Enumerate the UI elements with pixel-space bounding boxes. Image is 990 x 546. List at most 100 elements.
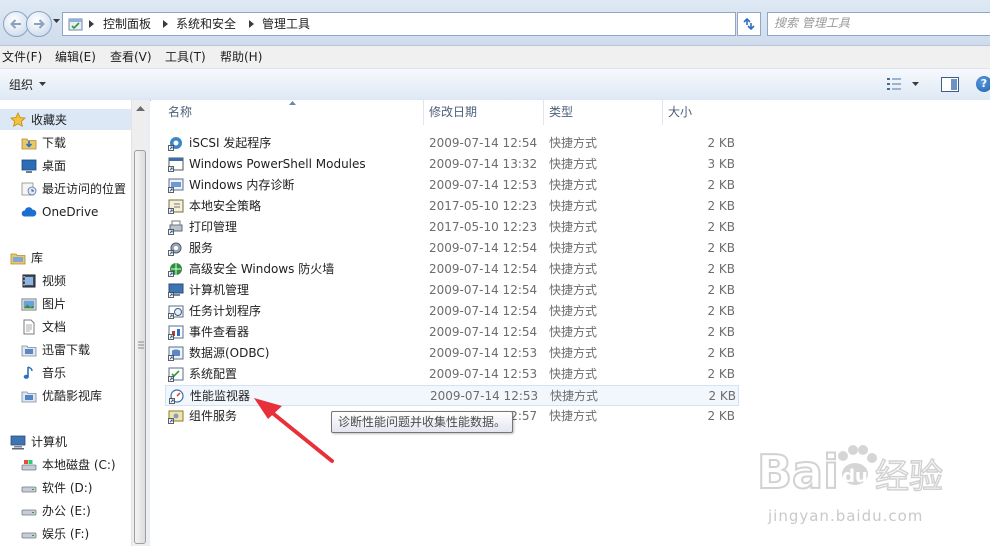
print-management-icon [168, 220, 183, 235]
column-header-size[interactable]: 大小 [668, 100, 692, 125]
sidebar-item-label: 办公 (E:) [42, 504, 91, 518]
file-row[interactable]: 系统配置 2009-07-14 12:53 快捷方式 2 KB [165, 364, 739, 385]
file-row[interactable]: 服务 2009-07-14 12:54 快捷方式 2 KB [165, 238, 739, 259]
file-size: 2 KB [707, 325, 735, 339]
sidebar-item-pictures[interactable]: 图片 [0, 293, 131, 314]
file-date: 2017-05-10 12:23 [429, 199, 538, 213]
file-size: 2 KB [707, 199, 735, 213]
file-row[interactable]: Windows PowerShell Modules 2009-07-14 13:… [165, 154, 739, 175]
sidebar-item-xunlei-downloads[interactable]: 迅雷下载 [0, 339, 131, 360]
pane-divider[interactable] [148, 100, 150, 546]
sidebar-libraries-label: 库 [31, 251, 44, 265]
file-date: 2009-07-14 12:53 [429, 178, 538, 192]
recent-pages-dropdown-icon[interactable] [53, 19, 60, 23]
system-drive-icon [21, 460, 37, 471]
sidebar-item-drive-f[interactable]: 娱乐 (F:) [0, 523, 131, 544]
sidebar-item-youku-library[interactable]: 优酷影视库 [0, 385, 131, 406]
file-size: 2 KB [707, 241, 735, 255]
file-row[interactable]: 数据源(ODBC) 2009-07-14 12:53 快捷方式 2 KB [165, 343, 739, 364]
sidebar-item-drive-e[interactable]: 办公 (E:) [0, 500, 131, 521]
tooltip: 诊断性能问题并收集性能数据。 [331, 411, 514, 433]
sidebar-item-drive-d[interactable]: 软件 (D:) [0, 477, 131, 498]
forward-arrow-icon [34, 19, 45, 29]
sidebar-item-drive-c[interactable]: 本地磁盘 (C:) [0, 454, 131, 475]
sidebar-item-recent-places[interactable]: 最近访问的位置 [0, 178, 131, 199]
organize-button[interactable]: 组织 [9, 77, 33, 93]
menu-help[interactable]: 帮助(H) [220, 49, 262, 65]
column-header-type[interactable]: 类型 [549, 100, 573, 125]
menu-edit[interactable]: 编辑(E) [55, 49, 96, 65]
file-type: 快捷方式 [549, 409, 598, 423]
sidebar-item-downloads[interactable]: 下载 [0, 132, 131, 153]
odbc-icon [168, 346, 184, 361]
sidebar-scrollbar[interactable] [131, 100, 149, 546]
breadcrumb-system-security[interactable]: 系统和安全 [176, 16, 236, 32]
security-policy-icon [168, 199, 184, 214]
baidu-watermark-logo: Bai du 经验 [756, 444, 944, 500]
file-size: 2 KB [707, 136, 735, 150]
sidebar-item-label: OneDrive [42, 205, 99, 219]
sidebar-favorites[interactable]: 收藏夹 [0, 109, 131, 130]
search-box[interactable] [767, 12, 990, 36]
breadcrumb-admin-tools[interactable]: 管理工具 [262, 16, 310, 32]
firewall-icon [168, 263, 182, 277]
documents-library-icon [23, 319, 35, 335]
file-name: 计算机管理 [189, 283, 250, 297]
sidebar-computer[interactable]: 计算机 [0, 431, 131, 452]
breadcrumb-control-panel[interactable]: 控制面板 [103, 16, 151, 32]
scroll-grip-icon [138, 341, 144, 349]
system-config-icon [168, 367, 184, 382]
sidebar-item-videos[interactable]: 视频 [0, 270, 131, 291]
column-divider[interactable] [543, 100, 544, 125]
memory-diagnostic-icon [168, 178, 184, 193]
file-row[interactable]: 本地安全策略 2017-05-10 12:23 快捷方式 2 KB [165, 196, 739, 217]
forward-button[interactable] [26, 11, 52, 37]
column-divider[interactable] [423, 100, 424, 125]
file-name: 数据源(ODBC) [189, 346, 270, 360]
file-row[interactable]: 任务计划程序 2009-07-14 12:54 快捷方式 2 KB [165, 301, 739, 322]
file-row[interactable]: 打印管理 2017-05-10 12:23 快捷方式 2 KB [165, 217, 739, 238]
file-row[interactable]: 计算机管理 2009-07-14 12:54 快捷方式 2 KB [165, 280, 739, 301]
sidebar-scroll-thumb[interactable] [134, 150, 146, 544]
desktop-icon [21, 159, 37, 173]
file-size: 2 KB [707, 262, 735, 276]
column-divider[interactable] [662, 100, 663, 125]
file-size: 2 KB [707, 220, 735, 234]
menu-file[interactable]: 文件(F) [2, 49, 42, 65]
file-type: 快捷方式 [549, 178, 598, 192]
file-row[interactable]: 事件查看器 2009-07-14 12:54 快捷方式 2 KB [165, 322, 739, 343]
sort-ascending-icon [289, 101, 296, 105]
file-size: 2 KB [707, 409, 735, 423]
organize-dropdown-icon[interactable] [39, 82, 46, 86]
view-options-icon[interactable] [886, 77, 902, 91]
file-name: 任务计划程序 [189, 304, 262, 318]
help-button[interactable]: ? [976, 76, 990, 92]
file-row[interactable]: 高级安全 Windows 防火墙 2009-07-14 12:54 快捷方式 2 KB [165, 259, 739, 280]
view-dropdown-icon[interactable] [912, 82, 919, 86]
menu-view[interactable]: 查看(V) [110, 49, 152, 65]
sidebar-item-music[interactable]: 音乐 [0, 362, 131, 383]
scroll-up-icon[interactable] [136, 106, 145, 111]
sidebar-item-desktop[interactable]: 桌面 [0, 155, 131, 176]
sidebar-item-documents[interactable]: 文档 [0, 316, 131, 337]
column-header-date[interactable]: 修改日期 [429, 100, 477, 125]
column-header-name[interactable]: 名称 [168, 100, 192, 125]
file-type: 快捷方式 [549, 199, 598, 213]
menu-tools[interactable]: 工具(T) [165, 49, 206, 65]
sidebar-item-label: 娱乐 (F:) [42, 527, 90, 541]
sidebar-item-onedrive[interactable]: OneDrive [0, 201, 131, 222]
address-bar[interactable]: 控制面板 系统和安全 管理工具 [62, 12, 789, 36]
file-row[interactable]: Windows 内存诊断 2009-07-14 12:53 快捷方式 2 KB [165, 175, 739, 196]
file-date: 2009-07-14 12:53 [429, 367, 538, 381]
refresh-button[interactable] [737, 12, 761, 36]
sidebar-libraries[interactable]: 库 [0, 247, 131, 268]
search-input[interactable] [774, 15, 974, 31]
computer-management-icon [168, 283, 184, 298]
sidebar-item-label: 本地磁盘 (C:) [42, 458, 116, 472]
preview-pane-icon[interactable] [941, 77, 959, 92]
file-size: 2 KB [707, 178, 735, 192]
file-row[interactable]: iSCSI 发起程序 2009-07-14 12:54 快捷方式 2 KB [165, 133, 739, 154]
control-panel-icon [68, 18, 83, 31]
file-size: 2 KB [707, 283, 735, 297]
file-name: 系统配置 [189, 367, 238, 381]
